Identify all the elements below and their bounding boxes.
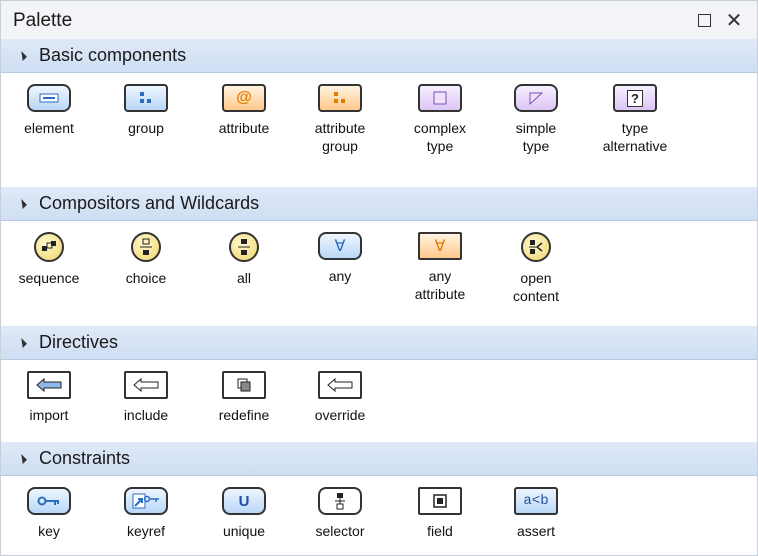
attribute-group-icon [318,84,362,112]
section-constraints[interactable]: Constraints [1,442,757,476]
sequence-icon [34,232,64,262]
palette-item-keyref[interactable]: keyref [104,487,188,540]
group-icon [124,84,168,112]
simple-type-icon [514,84,558,112]
item-label: assert [516,523,556,539]
palette-item-simple-type[interactable]: simple type [494,84,578,155]
any-attribute-icon: ∀ [418,232,462,260]
palette-panel: Palette ✕ Basic components element group… [0,0,758,556]
palette-item-all[interactable]: all [202,232,286,287]
collapse-triangle-icon [17,337,27,348]
item-label: element [24,120,74,136]
element-icon [27,84,71,112]
palette-item-open-content[interactable]: open content [494,232,578,305]
palette-item-include[interactable]: include [104,371,188,424]
assert-icon: a<b [514,487,558,515]
section-compositors[interactable]: Compositors and Wildcards [1,187,757,221]
type-alternative-icon: ? [613,84,657,112]
attribute-icon: @ [222,84,266,112]
item-label: complex type [413,120,467,154]
any-icon: ∀ [318,232,362,260]
collapse-triangle-icon [17,198,27,209]
collapse-triangle-icon [17,453,27,464]
palette-item-any[interactable]: ∀ any [298,232,382,285]
palette-item-sequence[interactable]: sequence [7,232,91,287]
palette-item-selector[interactable]: selector [298,487,382,540]
override-icon [318,371,362,399]
section-label: Constraints [39,448,131,468]
item-label: choice [125,270,167,286]
all-icon [229,232,259,262]
complex-type-icon [418,84,462,112]
field-icon [418,487,462,515]
palette-item-import[interactable]: import [7,371,91,424]
item-label: group [128,120,164,136]
unique-icon: U [222,487,266,515]
item-label: open content [513,270,559,304]
item-label: override [314,407,366,423]
palette-item-assert[interactable]: a<b assert [494,487,578,540]
redefine-icon [222,371,266,399]
key-icon [27,487,71,515]
palette-item-override[interactable]: override [298,371,382,424]
section-label: Compositors and Wildcards [39,193,260,213]
choice-icon [131,232,161,262]
palette-item-attribute-group[interactable]: attribute group [298,84,382,155]
item-label: attribute [218,120,270,136]
section-basic-components[interactable]: Basic components [1,39,757,73]
palette-item-group[interactable]: group [104,84,188,137]
palette-item-any-attribute[interactable]: ∀ any attribute [398,232,482,303]
item-label: field [427,523,453,539]
include-icon [124,371,168,399]
section-label: Directives [39,332,119,352]
palette-item-redefine[interactable]: redefine [202,371,286,424]
title-bar: Palette ✕ [1,1,757,40]
palette-item-field[interactable]: field [398,487,482,540]
item-label: simple type [515,120,557,154]
keyref-icon [124,487,168,515]
selector-icon [318,487,362,515]
palette-item-element[interactable]: element [7,84,91,137]
close-icon[interactable]: ✕ [723,9,745,32]
import-icon [27,371,71,399]
item-label: type alternative [602,120,668,154]
palette-item-type-alternative[interactable]: ? type alternative [593,84,677,155]
item-label: selector [315,523,365,539]
collapse-triangle-icon [17,50,27,61]
open-content-icon [521,232,551,262]
item-label: any [328,268,352,284]
item-label: all [236,270,251,286]
item-label: key [38,523,60,539]
section-label: Basic components [39,45,187,65]
item-label: sequence [18,270,80,286]
item-label: unique [222,523,266,539]
palette-item-choice[interactable]: choice [104,232,188,287]
item-label: attribute group [314,120,366,154]
panel-title: Palette [13,10,73,31]
restore-icon[interactable] [693,9,715,31]
item-label: import [29,407,69,423]
palette-item-attribute[interactable]: @ attribute [202,84,286,137]
palette-item-complex-type[interactable]: complex type [398,84,482,155]
item-label: include [123,407,169,423]
item-label: keyref [126,523,166,539]
section-directives[interactable]: Directives [1,326,757,360]
item-label: any attribute [414,268,466,302]
palette-item-unique[interactable]: U unique [202,487,286,540]
item-label: redefine [218,407,270,423]
palette-item-key[interactable]: key [7,487,91,540]
